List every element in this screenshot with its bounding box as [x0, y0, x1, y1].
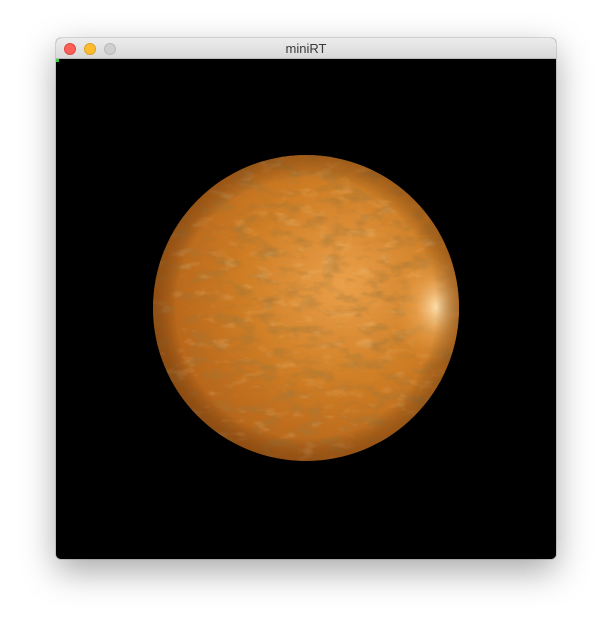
window-title: miniRT [285, 41, 327, 56]
rendered-sphere [153, 155, 459, 461]
app-window: miniRT [56, 38, 556, 559]
render-canvas [56, 59, 556, 559]
title-bar[interactable]: miniRT [56, 38, 556, 59]
